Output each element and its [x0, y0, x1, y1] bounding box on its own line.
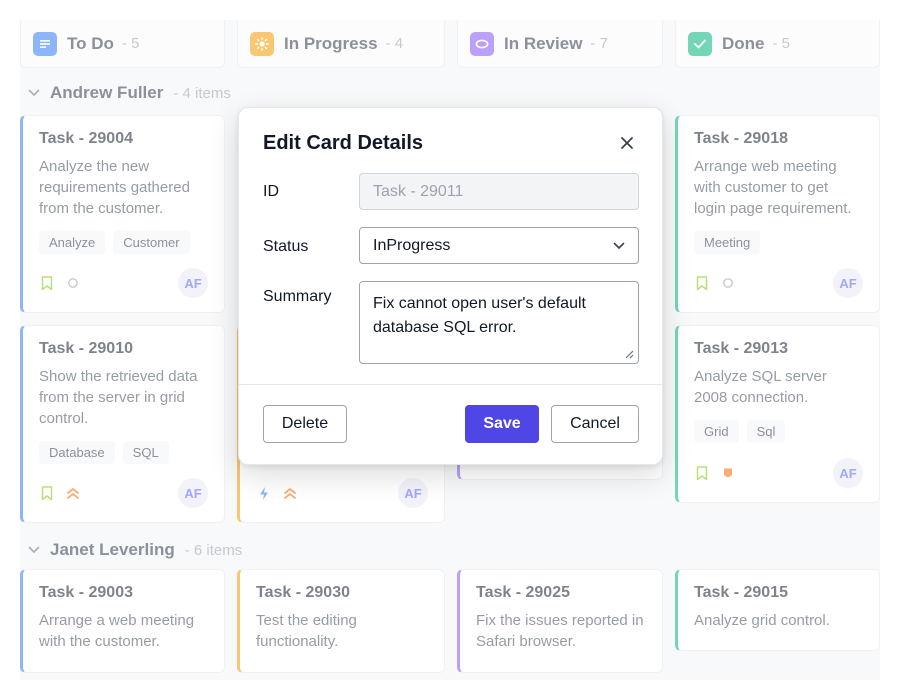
close-icon[interactable]	[616, 132, 638, 154]
id-label: ID	[263, 183, 279, 200]
id-field: Task - 29011	[359, 173, 639, 210]
edit-card-dialog: Edit Card Details ID Task - 29011 Status…	[238, 107, 663, 465]
summary-textarea[interactable]: Fix cannot open user's default database …	[359, 281, 639, 364]
status-label: Status	[263, 238, 309, 255]
cancel-button[interactable]: Cancel	[551, 405, 639, 443]
id-field-value: Task - 29011	[373, 182, 464, 200]
status-selected-value: InProgress	[373, 236, 451, 254]
summary-text: Fix cannot open user's default database …	[373, 295, 586, 336]
dialog-title: Edit Card Details	[263, 132, 424, 154]
dialog-divider	[239, 384, 662, 385]
save-button[interactable]: Save	[465, 405, 539, 443]
summary-label: Summary	[263, 288, 332, 305]
status-dropdown[interactable]: InProgress	[359, 227, 639, 264]
resize-handle-icon[interactable]	[624, 349, 634, 359]
delete-button[interactable]: Delete	[263, 405, 347, 443]
chevron-down-icon	[613, 242, 625, 250]
